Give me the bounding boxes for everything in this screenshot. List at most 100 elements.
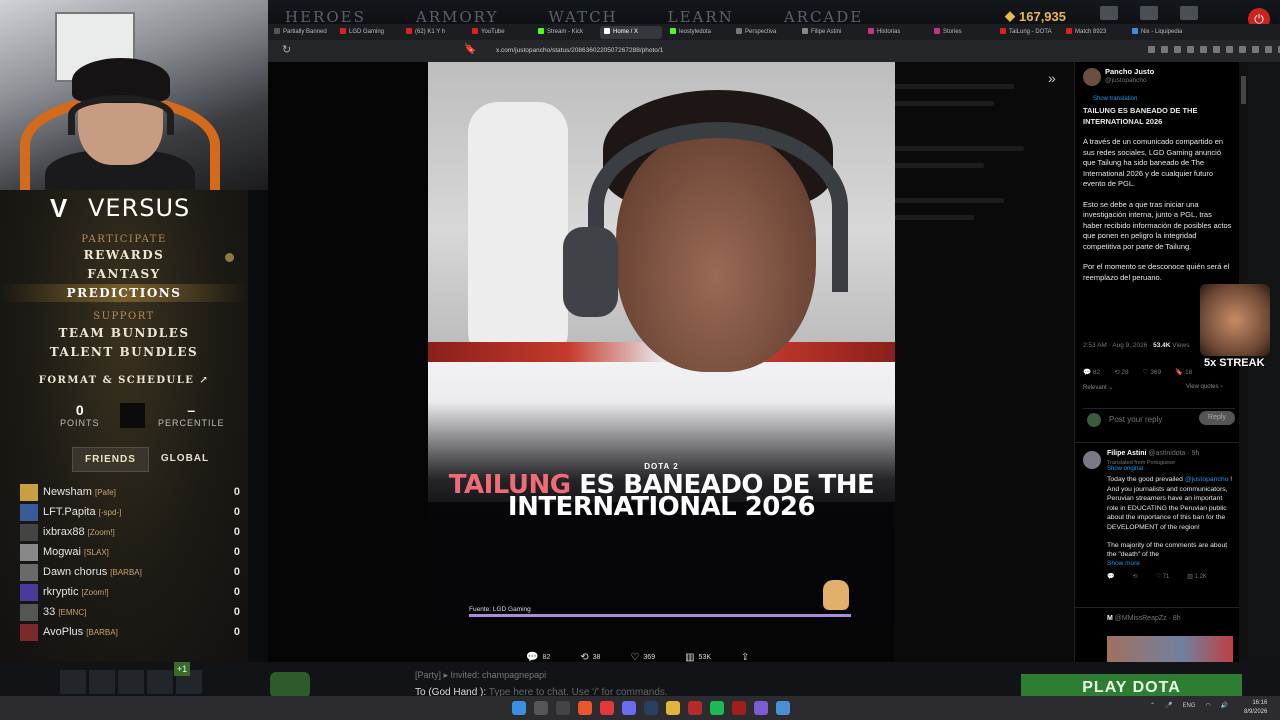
brave-browser-icon[interactable] xyxy=(578,701,592,715)
party-icon[interactable] xyxy=(270,672,310,698)
collapse-sidebar-icon[interactable]: » xyxy=(1048,70,1056,86)
browser-tab[interactable]: Home / X xyxy=(600,25,662,39)
reply-like[interactable]: ♡ 71 xyxy=(1156,573,1170,580)
menu-format-schedule[interactable]: FORMAT & SCHEDULE ↗ xyxy=(0,375,248,386)
browser-tab[interactable]: Partially Banned xyxy=(270,26,332,39)
friend-row[interactable]: AvoPlus [BARBA] 0 xyxy=(20,622,240,642)
reply-button[interactable]: Reply xyxy=(1199,411,1235,425)
show-translation-link[interactable]: Show translation xyxy=(1093,96,1137,102)
volume-icon[interactable]: 🔊 xyxy=(1221,702,1228,709)
author-avatar[interactable] xyxy=(1083,68,1101,86)
browser-tab[interactable]: Historias xyxy=(864,26,926,39)
friend-row[interactable]: Mogwai [SLAX] 0 xyxy=(20,542,240,562)
extension-icon[interactable] xyxy=(1161,46,1168,53)
show-original-link[interactable]: Show original xyxy=(1107,466,1233,472)
browser-tab[interactable]: Perspectiva xyxy=(732,26,794,39)
steam-icon[interactable] xyxy=(644,701,658,715)
reply-input[interactable]: Post your reply xyxy=(1109,415,1162,424)
dimmed-background xyxy=(894,62,1074,670)
spotify-icon[interactable] xyxy=(710,701,724,715)
file-explorer-icon[interactable] xyxy=(666,701,680,715)
party-slot[interactable] xyxy=(60,670,86,694)
browser-tab[interactable]: Match 8923 xyxy=(1062,26,1124,39)
menu-fantasy[interactable]: FANTASY xyxy=(0,267,248,281)
browser-tab[interactable]: YouTube xyxy=(468,26,530,39)
mail-icon[interactable] xyxy=(1100,6,1118,20)
friend-row[interactable]: LFT.Papita [-spd-] 0 xyxy=(20,502,240,522)
party-slot[interactable] xyxy=(147,670,173,694)
reply-reply-icon[interactable]: 💬 xyxy=(1107,573,1114,580)
tweet-likes[interactable]: ♡ 369 xyxy=(1143,368,1162,376)
app-icon[interactable] xyxy=(776,701,790,715)
friend-row[interactable]: 33 [EMNC] 0 xyxy=(20,602,240,622)
sort-relevant-dropdown[interactable]: Relevant ⌄ xyxy=(1083,384,1113,391)
url-field[interactable]: x.com/justopancho/status/208636022050726… xyxy=(496,47,663,54)
search-icon[interactable] xyxy=(534,701,548,715)
tweet-reposts[interactable]: ⟲ 28 xyxy=(1114,368,1129,376)
bookmark-icon[interactable]: 🔖 xyxy=(464,44,476,55)
friend-row[interactable]: Dawn chorus [BARBA] 0 xyxy=(20,562,240,582)
party-slot[interactable] xyxy=(118,670,144,694)
view-quotes-link[interactable]: View quotes › xyxy=(1186,384,1222,390)
third-author[interactable]: M @MMissReapZz · 8h xyxy=(1107,615,1233,622)
browser-tab[interactable]: Stream - Kick xyxy=(534,26,596,39)
menu-talent-bundles[interactable]: TALENT BUNDLES xyxy=(0,345,248,359)
browser-tab[interactable]: Filipe Astini xyxy=(798,26,860,39)
browser-tab[interactable]: Nix - Liquipedia xyxy=(1128,26,1190,39)
author-handle[interactable]: @justopancho xyxy=(1105,77,1147,84)
author-name[interactable]: Pancho Justo xyxy=(1105,67,1154,76)
extension-icon[interactable] xyxy=(1226,46,1233,53)
chevron-up-icon[interactable]: ⌃ xyxy=(1150,702,1155,709)
browser-tab[interactable]: TaiLung - DOTA xyxy=(996,26,1058,39)
third-tweet[interactable]: M @MMissReapZz · 8h xyxy=(1075,607,1240,670)
tab-favicon-icon xyxy=(868,27,874,34)
friend-row[interactable]: ixbrax88 [Zoom!] 0 xyxy=(20,522,240,542)
browser-tab[interactable]: (62) K1 Y h xyxy=(402,26,464,39)
extension-icon[interactable] xyxy=(1148,46,1155,53)
friend-row[interactable]: Newsham [Pafe] 0 xyxy=(20,482,240,502)
browser-tab[interactable]: LGD Gaming xyxy=(336,26,398,39)
friend-name: 33 xyxy=(43,606,56,618)
extension-icon[interactable] xyxy=(1265,46,1272,53)
tweet-photo[interactable]: DOTA 2 TAILUNG ES BANEADO DE THE INTERNA… xyxy=(428,62,895,622)
play-dota-button[interactable]: PLAY DOTA xyxy=(1021,674,1242,698)
tab-friends[interactable]: FRIENDS xyxy=(72,447,149,472)
menu-rewards[interactable]: REWARDS xyxy=(0,248,248,262)
party-slot[interactable] xyxy=(89,670,115,694)
menu-predictions[interactable]: PREDICTIONS xyxy=(0,284,248,302)
extension-icon[interactable] xyxy=(1252,46,1259,53)
reply-tweet[interactable]: Filipe Astini @astinidota · 9h Translate… xyxy=(1075,442,1240,587)
reply-repost-icon[interactable]: ⟲ xyxy=(1132,573,1137,580)
extension-icon[interactable] xyxy=(1187,46,1194,53)
language-indicator[interactable]: ENG xyxy=(1183,703,1196,709)
app-icon[interactable] xyxy=(600,701,614,715)
reply-author-avatar[interactable] xyxy=(1083,451,1101,469)
extension-icon[interactable] xyxy=(1239,46,1246,53)
app-icon[interactable] xyxy=(732,701,746,715)
show-more-link[interactable]: Show more xyxy=(1107,560,1233,567)
extension-icon[interactable] xyxy=(1174,46,1181,53)
tab-favicon-icon xyxy=(340,27,346,34)
extension-icon[interactable] xyxy=(1213,46,1220,53)
browser-tab[interactable]: Stories xyxy=(930,26,992,39)
settings-icon[interactable] xyxy=(1180,6,1198,20)
windows-start-icon[interactable] xyxy=(512,701,526,715)
microphone-icon[interactable]: 🎤 xyxy=(1165,702,1172,709)
reload-icon[interactable]: ↻ xyxy=(282,43,291,56)
discord-icon[interactable] xyxy=(622,701,636,715)
friends-icon[interactable] xyxy=(1140,6,1158,20)
menu-team-bundles[interactable]: TEAM BUNDLES xyxy=(0,326,248,340)
tweet-bookmarks[interactable]: 🔖 18 xyxy=(1175,368,1192,376)
friend-row[interactable]: rkryptic [Zoom!] 0 xyxy=(20,582,240,602)
task-view-icon[interactable] xyxy=(556,701,570,715)
reply-views[interactable]: ▥ 1.2K xyxy=(1187,573,1207,580)
dota-icon[interactable] xyxy=(688,701,702,715)
tab-global[interactable]: GLOBAL xyxy=(149,447,221,472)
reply-author[interactable]: Filipe Astini @astinidota · 9h xyxy=(1107,450,1233,457)
taskbar-clock[interactable]: 16:16 8/9/2026 xyxy=(1244,699,1267,717)
browser-tab[interactable]: leostyledota xyxy=(666,26,728,39)
tweet-replies[interactable]: 💬 82 xyxy=(1083,368,1100,376)
extension-icon[interactable] xyxy=(1200,46,1207,53)
app-icon[interactable] xyxy=(754,701,768,715)
wifi-icon[interactable]: ◠ xyxy=(1206,702,1211,709)
